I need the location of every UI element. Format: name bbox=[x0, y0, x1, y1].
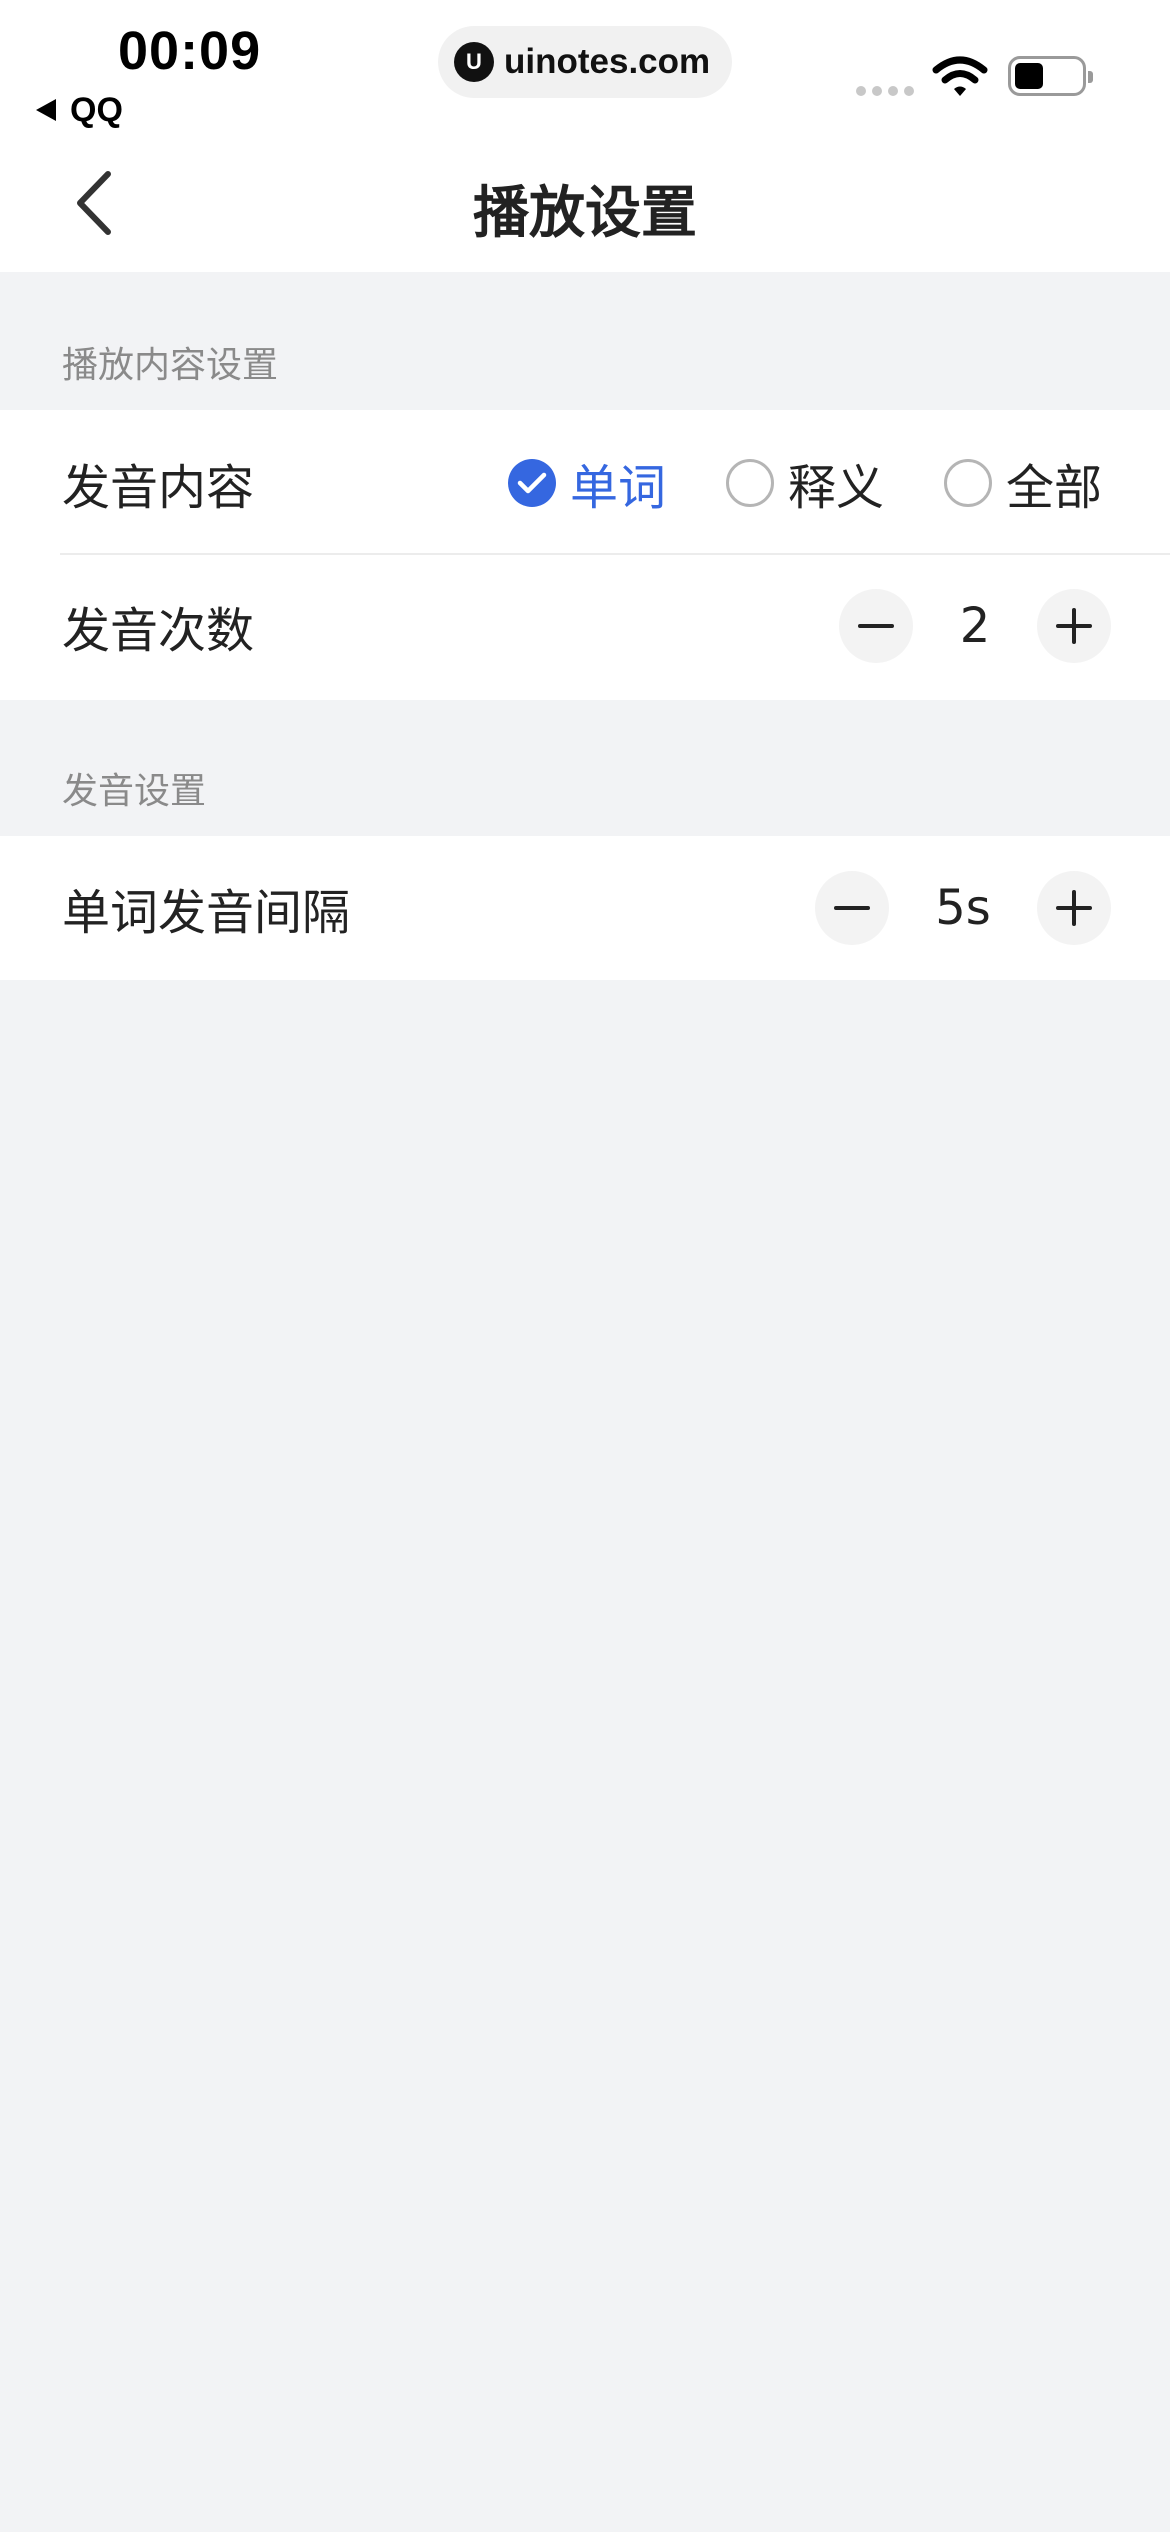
battery-level bbox=[1015, 63, 1043, 89]
pronunciation-count-row: 发音次数 2 bbox=[0, 555, 1170, 697]
empty-circle-icon bbox=[943, 459, 992, 507]
back-to-app-button[interactable]: QQ bbox=[36, 90, 123, 130]
increase-button[interactable] bbox=[1037, 589, 1111, 663]
section-label-play-content: 播放内容设置 bbox=[62, 345, 279, 386]
back-app-label: QQ bbox=[70, 90, 123, 129]
option-all-radio[interactable]: 全部 bbox=[943, 448, 1102, 518]
row-label: 单词发音间隔 bbox=[62, 885, 351, 941]
stepper-value: 2 bbox=[959, 598, 991, 654]
word-interval-stepper: 5s bbox=[815, 871, 1111, 945]
row-label: 发音次数 bbox=[62, 603, 255, 659]
option-word-radio[interactable]: 单词 bbox=[507, 448, 666, 518]
play-content-card: 发音内容 单词 释义 全部 发音次数 2 bbox=[0, 410, 1170, 700]
decrease-button[interactable] bbox=[839, 589, 913, 663]
pronunciation-content-row: 发音内容 单词 释义 全部 bbox=[0, 412, 1170, 554]
pronunciation-content-options: 单词 释义 全部 bbox=[507, 448, 1102, 518]
plus-icon bbox=[1056, 890, 1092, 926]
row-label: 发音内容 bbox=[62, 460, 255, 516]
section-label-pronunciation: 发音设置 bbox=[62, 771, 207, 812]
url-pill[interactable]: U uinotes.com bbox=[438, 26, 732, 98]
page-title: 播放设置 bbox=[473, 181, 697, 246]
stepper-value: 5s bbox=[935, 880, 991, 936]
pronunciation-count-stepper: 2 bbox=[839, 589, 1111, 663]
status-time: 00:09 bbox=[118, 21, 262, 81]
decrease-button[interactable] bbox=[815, 871, 889, 945]
site-logo-icon: U bbox=[454, 42, 494, 82]
back-triangle-icon bbox=[36, 99, 56, 121]
header: 00:09 QQ U uinotes.com 播放设置 bbox=[0, 0, 1170, 272]
option-definition-radio[interactable]: 释义 bbox=[725, 448, 884, 518]
option-label: 单词 bbox=[569, 460, 666, 516]
empty-circle-icon bbox=[725, 459, 774, 507]
minus-icon bbox=[858, 624, 894, 628]
plus-icon bbox=[1056, 608, 1092, 644]
play-settings-page: 00:09 QQ U uinotes.com 播放设置 播放内容设置 发音内容 … bbox=[0, 0, 1170, 2532]
increase-button[interactable] bbox=[1037, 871, 1111, 945]
option-label: 全部 bbox=[1005, 460, 1102, 516]
checked-circle-icon bbox=[507, 459, 556, 507]
battery-icon bbox=[1008, 56, 1093, 96]
wifi-icon bbox=[932, 56, 988, 96]
cellular-signal-icon bbox=[856, 86, 914, 96]
url-text: uinotes.com bbox=[504, 42, 711, 81]
minus-icon bbox=[834, 906, 870, 910]
pronunciation-settings-card: 单词发音间隔 5s bbox=[0, 836, 1170, 980]
word-interval-row: 单词发音间隔 5s bbox=[0, 837, 1170, 979]
option-label: 释义 bbox=[787, 460, 884, 516]
